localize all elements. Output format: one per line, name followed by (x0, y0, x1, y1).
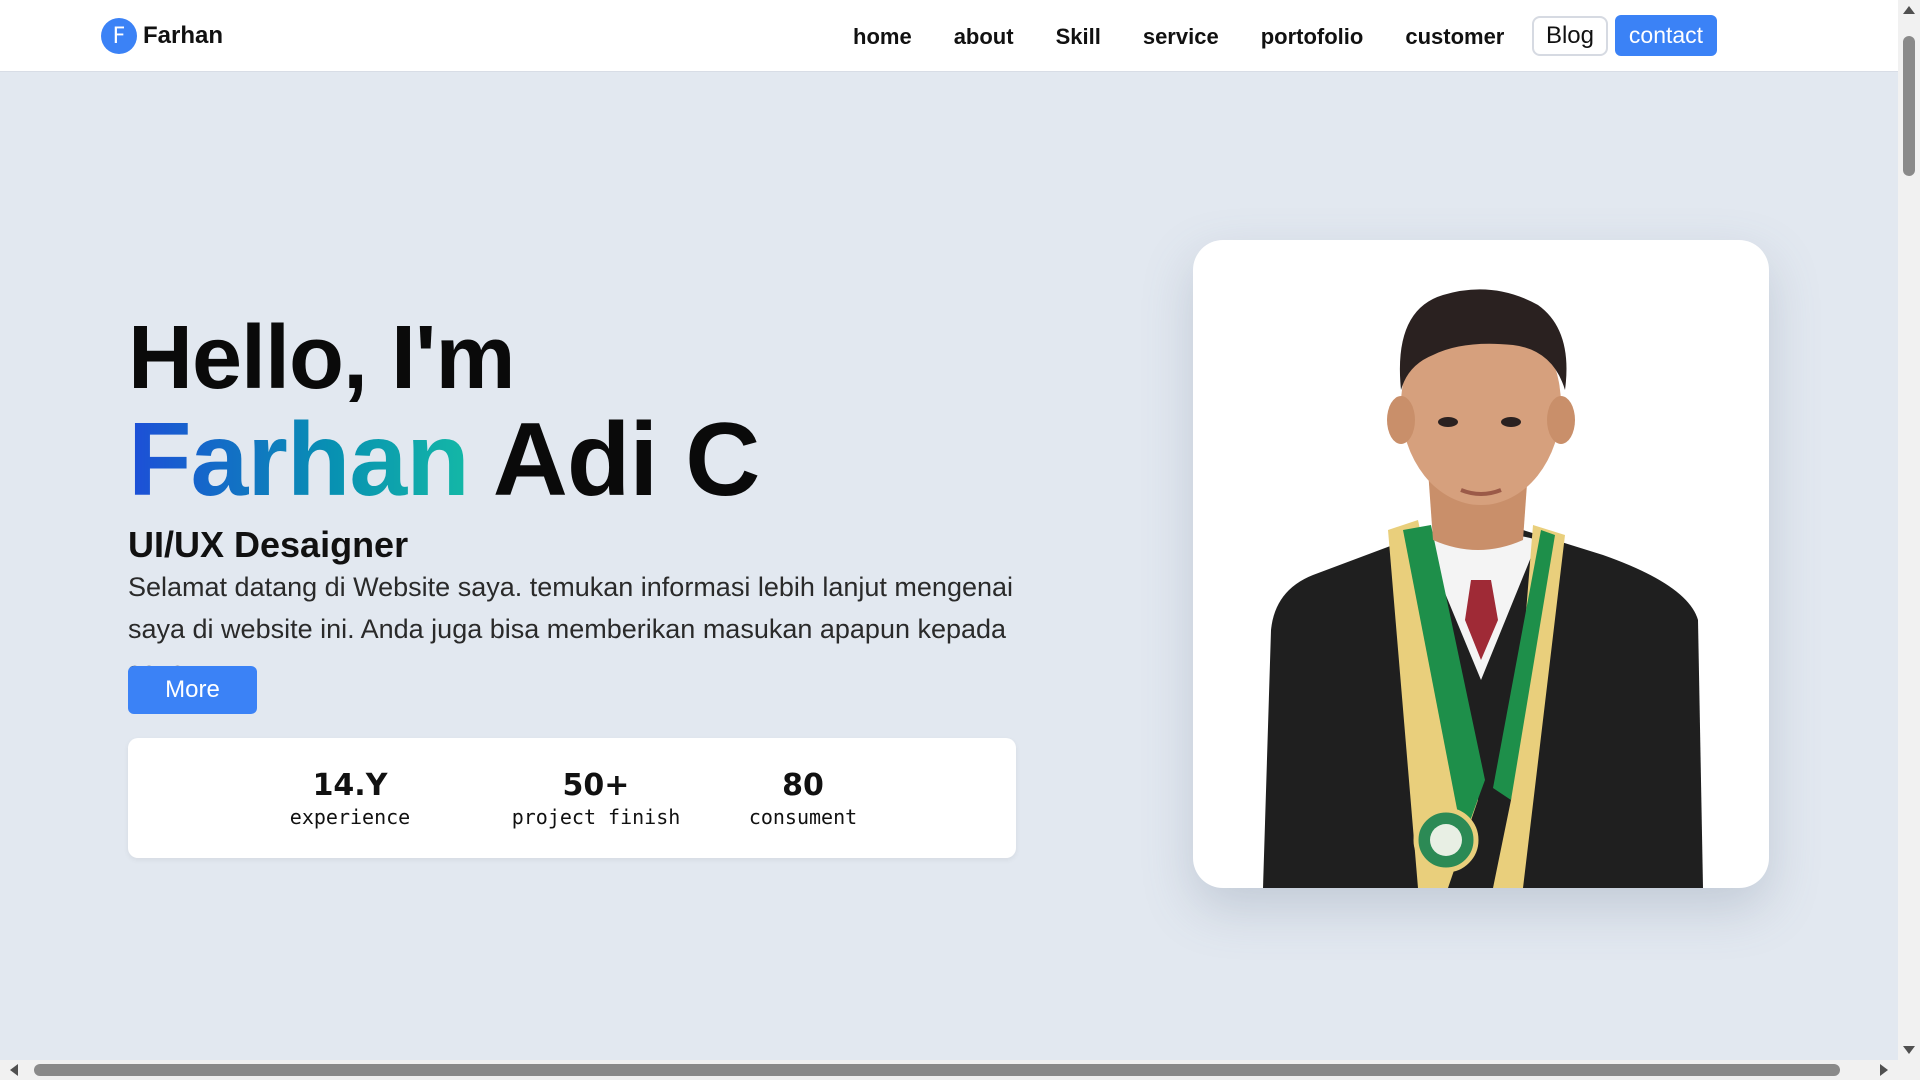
horizontal-scrollbar-thumb[interactable] (34, 1064, 1840, 1076)
nav-link-home[interactable]: home (853, 24, 912, 50)
nav-link-service[interactable]: service (1143, 24, 1219, 50)
nav-link-about[interactable]: about (954, 24, 1014, 50)
nav-link-portofolio[interactable]: portofolio (1261, 24, 1364, 50)
hero-description: Selamat datang di Website saya. temukan … (128, 572, 1014, 686)
hero-greeting: Hello, I'm (128, 308, 515, 408)
profile-photo (1263, 289, 1703, 888)
scroll-right-arrow-icon[interactable] (1880, 1064, 1888, 1076)
stat-label: experience (289, 805, 411, 829)
stat-projects: 50+ project finish (511, 768, 681, 829)
stat-value: 80 (782, 768, 824, 803)
hero-name-first: Farhan (128, 402, 470, 518)
nav-link-customer[interactable]: customer (1405, 24, 1504, 50)
stat-value: 50+ (562, 768, 630, 803)
brand[interactable]: F Farhan (101, 18, 223, 54)
stats-card: 14.Y experience 50+ project finish 80 co… (128, 738, 1016, 858)
brand-logo-icon: F (101, 18, 137, 54)
scroll-left-arrow-icon[interactable] (10, 1064, 18, 1076)
brand-name: Farhan (143, 22, 224, 49)
stat-experience: 14.Y experience (285, 768, 415, 829)
horizontal-scrollbar[interactable] (0, 1060, 1898, 1080)
stat-consument: 80 consument (748, 768, 858, 829)
nav-links: home about Skill service portofolio cust… (853, 24, 1504, 50)
nav-link-skill[interactable]: Skill (1056, 24, 1101, 50)
scroll-down-arrow-icon[interactable] (1903, 1046, 1915, 1054)
scroll-up-arrow-icon[interactable] (1903, 6, 1915, 14)
hero-name: Farhan Adi C (128, 408, 760, 512)
scrollbar-corner (1898, 1060, 1920, 1080)
profile-photo-card (1193, 240, 1769, 888)
hero-name-rest: Adi C (492, 402, 761, 518)
blog-button[interactable]: Blog (1532, 16, 1608, 56)
navbar: F Farhan home about Skill service portof… (0, 0, 1898, 72)
hero-role: UI/UX Desaigner (128, 524, 409, 565)
stat-label: consument (748, 805, 858, 829)
stat-label: project finish (511, 805, 681, 829)
vertical-scrollbar-thumb[interactable] (1903, 36, 1915, 176)
stat-value: 14.Y (312, 768, 388, 803)
contact-button[interactable]: contact (1615, 15, 1717, 56)
more-button[interactable]: More (128, 666, 257, 714)
vertical-scrollbar[interactable] (1898, 0, 1920, 1060)
